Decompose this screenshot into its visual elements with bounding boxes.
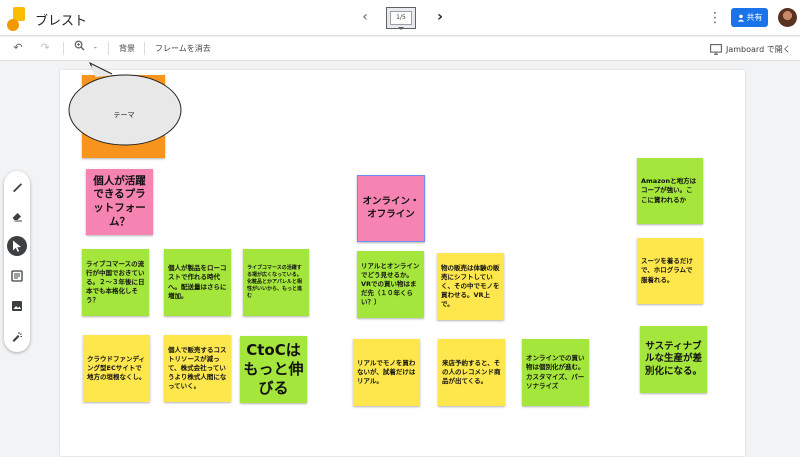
sticky-note-green[interactable]: Amazonと地方はコープが強い。ここに賞われるか xyxy=(637,158,703,224)
redo-icon[interactable]: ↷ xyxy=(37,40,53,56)
toolbar-divider xyxy=(144,42,145,55)
sticky-note-yellow[interactable]: リアルでモノを買わないが、試着だけはリアル。 xyxy=(353,339,420,406)
zoom-icon[interactable] xyxy=(71,40,87,56)
sticky-note-green[interactable]: サスティナブルな生産が差別化になる。 xyxy=(640,326,707,393)
note-text: サスティナブルな生産が差別化になる。 xyxy=(644,340,702,377)
sticky-note-green[interactable]: オンラインでの買い物は個別化が進む。カスタマイズ、パーソナライズ xyxy=(522,339,589,406)
sticky-note-yellow[interactable]: 来店予約すると、その人のレコメンド商品が出てくる。 xyxy=(438,339,505,406)
note-text: ライブコマースの流行が中国でおきている。２〜３年後に日本でも本格化しそう？ xyxy=(86,259,145,305)
image-icon[interactable] xyxy=(7,296,27,316)
eraser-icon[interactable] xyxy=(7,206,27,226)
note-text: 個人が活躍できるプラットフォーム？ xyxy=(93,174,146,228)
frame-bar-caret-icon xyxy=(398,27,404,30)
undo-icon[interactable]: ↶ xyxy=(10,40,26,56)
jamboard-logo-icon[interactable] xyxy=(6,6,28,32)
toolbar: ↶ ↷ - 背景 フレームを消去 Jamboard で開く xyxy=(0,37,800,61)
sticky-note-green[interactable]: ライブコマースの活躍する場が広くなっている。化粧品とかアパレルと相性がいいから、… xyxy=(243,249,309,316)
tool-palette xyxy=(4,171,30,352)
share-button-label: 共有 xyxy=(746,13,763,22)
sticky-note-yellow[interactable]: 物の販売は体験の販売にシフトしていく、その中でモノを買わせる。VR上で。 xyxy=(437,253,504,320)
note-text: クラウドファンディング型ECサイトで地方の垣根なくし。 xyxy=(87,354,146,382)
next-frame-button[interactable]: › xyxy=(431,8,449,26)
toolbar-divider xyxy=(108,42,109,55)
clear-frame-button[interactable]: フレームを消去 xyxy=(155,43,211,54)
sticky-note-yellow[interactable]: 個人で販売するコストリソースが減って、株式会社っていうより株式人間になっていく。 xyxy=(164,335,231,402)
note-text: ライブコマースの活躍する場が広くなっている。化粧品とかアパレルと相性がいいから、… xyxy=(247,265,303,299)
share-button[interactable]: 共有 xyxy=(731,8,768,27)
note-text: 物の販売は体験の販売にシフトしていく、その中でモノを買わせる。VR上で。 xyxy=(441,263,500,309)
user-avatar[interactable] xyxy=(778,8,797,27)
note-text: 個人で販売するコストリソースが減って、株式会社っていうより株式人間になっていく。 xyxy=(168,345,227,391)
app-header: ブレスト ‹ 1/5 › ⋮ 共有 xyxy=(0,0,800,36)
more-vert-icon[interactable]: ⋮ xyxy=(708,8,722,28)
note-text: スーツを着るだけで、ホログラムで服着れる。 xyxy=(641,257,693,284)
pen-icon[interactable] xyxy=(7,177,27,197)
note-text: リアルでモノを買わないが、試着だけはリアル。 xyxy=(357,358,416,386)
sticky-note-yellow[interactable]: クラウドファンディング型ECサイトで地方の垣根なくし。 xyxy=(83,335,150,402)
sticky-note-green[interactable]: ライブコマースの流行が中国でおきている。２〜３年後に日本でも本格化しそう？ xyxy=(82,249,149,316)
previous-frame-button[interactable]: ‹ xyxy=(356,8,374,26)
sticky-note-yellow[interactable]: スーツを着るだけで、ホログラムで服着れる。 xyxy=(637,238,703,304)
note-text: オンラインでの買い物は個別化が進む。カスタマイズ、パーソナライズ xyxy=(526,354,585,390)
note-text: CtoCはもっと伸びる xyxy=(243,341,304,397)
sticky-note-green[interactable]: 個人が製品をローコストで作れる時代へ。配送量はさらに増加。 xyxy=(164,249,231,316)
sticky-note-icon[interactable] xyxy=(7,266,27,286)
speech-bubble-text: テーマ xyxy=(113,111,135,119)
laser-icon[interactable] xyxy=(7,326,27,346)
sticky-note-green-large-text[interactable]: CtoCはもっと伸びる xyxy=(240,336,307,403)
sticky-note-pink-selected[interactable]: オンライン・オフライン xyxy=(357,175,425,242)
sticky-note-pink[interactable]: 個人が活躍できるプラットフォーム？ xyxy=(86,169,153,235)
person-add-icon xyxy=(737,14,744,22)
note-text: 来店予約すると、その人のレコメンド商品が出てくる。 xyxy=(442,358,501,386)
note-text: Amazonと地方はコープが強い。ここに賞われるか xyxy=(641,177,697,204)
open-in-jamboard-label: Jamboard で開く xyxy=(726,44,791,54)
document-title[interactable]: ブレスト xyxy=(35,10,87,29)
note-text: 個人が製品をローコストで作れる時代へ。配送量はさらに増加。 xyxy=(168,264,227,300)
note-text: オンライン・オフライン xyxy=(362,195,420,220)
open-in-app-icon xyxy=(710,43,722,55)
sticky-note-green[interactable]: リアルとオンラインでどう見せるか。VRでの買い物はまだ先（１０年くらい？） xyxy=(357,251,424,318)
zoom-dropdown[interactable]: - xyxy=(94,43,97,52)
background-button[interactable]: 背景 xyxy=(119,43,135,54)
frame-bar-button[interactable]: 1/5 xyxy=(386,7,416,29)
select-arrow-icon[interactable] xyxy=(7,236,27,256)
frame-counter: 1/5 xyxy=(390,11,412,25)
toolbar-divider xyxy=(63,42,64,55)
speech-bubble-shape[interactable] xyxy=(68,62,183,147)
open-in-jamboard-button[interactable]: Jamboard で開く xyxy=(710,42,791,56)
note-text: リアルとオンラインでどう見せるか。VRでの買い物はまだ先（１０年くらい？） xyxy=(361,261,420,307)
